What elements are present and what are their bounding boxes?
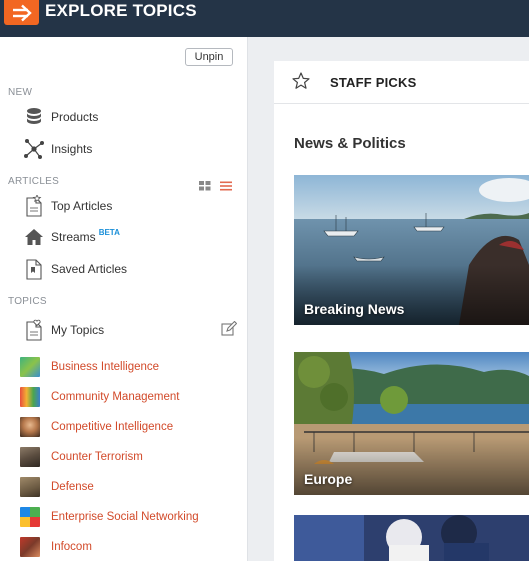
sidebar-item-saved-articles[interactable]: Saved Articles <box>22 256 127 282</box>
home-icon <box>22 225 46 249</box>
topic-label: Competitive Intelligence <box>51 421 174 433</box>
topic-item-community-management[interactable]: Community Management <box>20 386 179 408</box>
topic-label: Infocom <box>51 541 92 553</box>
topic-item-enterprise-social-networking[interactable]: Enterprise Social Networking <box>20 506 199 528</box>
document-heart-icon <box>22 318 46 342</box>
topic-label: Counter Terrorism <box>51 451 143 463</box>
topic-label: Business Intelligence <box>51 361 160 373</box>
topic-thumbnail <box>20 507 40 527</box>
view-toggle <box>199 178 232 196</box>
edit-icon[interactable] <box>221 320 238 342</box>
topic-thumbnail <box>20 537 40 557</box>
topic-item-counter-terrorism[interactable]: Counter Terrorism <box>20 446 143 468</box>
unpin-button[interactable]: Unpin <box>185 48 233 66</box>
beta-badge: BETA <box>98 227 120 237</box>
topic-thumbnail <box>20 417 40 437</box>
topic-card-breaking-news[interactable]: Breaking News <box>294 175 529 325</box>
topic-item-competitive-intelligence[interactable]: Competitive Intelligence <box>20 416 173 438</box>
topic-item-defense[interactable]: Defense <box>20 476 94 498</box>
sidebar-item-my-topics[interactable]: My Topics <box>22 317 104 343</box>
section-title: News & Politics <box>294 135 406 152</box>
database-icon <box>22 105 46 129</box>
arrow-right-logo-icon[interactable] <box>4 0 39 25</box>
main-panel: STAFF PICKS News & Politics Breaking New… <box>274 61 529 561</box>
topic-label: Enterprise Social Networking <box>51 511 199 523</box>
card-image <box>294 515 529 561</box>
sidebar-item-label: Products <box>51 110 99 124</box>
sidebar-item-label: Insights <box>51 142 93 156</box>
sidebar-item-top-articles[interactable]: Top Articles <box>22 193 112 219</box>
grid-view-icon[interactable] <box>199 178 211 196</box>
document-bookmark-icon <box>22 257 46 281</box>
card-label: Europe <box>304 471 353 487</box>
document-star-icon <box>22 194 46 218</box>
section-heading-topics: TOPICS <box>8 296 47 307</box>
card-label: Breaking News <box>304 301 405 317</box>
sidebar-item-products[interactable]: Products <box>22 104 98 130</box>
topic-thumbnail <box>20 357 40 377</box>
topic-label: Defense <box>51 481 94 493</box>
topic-thumbnail <box>20 387 40 407</box>
top-bar: EXPLORE TOPICS <box>0 0 529 37</box>
sidebar-item-label: Saved Articles <box>51 262 128 276</box>
topic-card-europe[interactable]: Europe <box>294 352 529 495</box>
staff-picks-bar: STAFF PICKS <box>274 61 529 104</box>
network-icon <box>22 137 46 161</box>
topic-card-sports[interactable] <box>294 515 529 561</box>
staff-picks-title: STAFF PICKS <box>330 75 417 90</box>
section-heading-new: NEW <box>8 87 33 98</box>
list-view-icon[interactable] <box>220 178 232 196</box>
sidebar: Unpin NEW Products Insights ARTICLES Top… <box>0 37 248 561</box>
star-icon[interactable] <box>292 72 310 95</box>
sidebar-item-insights[interactable]: Insights <box>22 136 92 162</box>
topic-label: Community Management <box>51 391 180 403</box>
topic-item-infocom[interactable]: Infocom <box>20 536 92 558</box>
sidebar-item-label: Streams <box>51 230 96 244</box>
sidebar-item-label: Top Articles <box>51 199 113 213</box>
section-heading-articles: ARTICLES <box>8 176 60 187</box>
topic-thumbnail <box>20 477 40 497</box>
topic-thumbnail <box>20 447 40 467</box>
sidebar-item-label: My Topics <box>51 323 105 337</box>
topic-item-business-intelligence[interactable]: Business Intelligence <box>20 356 159 378</box>
sidebar-item-streams[interactable]: Streams BETA <box>22 224 120 250</box>
page-title: EXPLORE TOPICS <box>45 1 197 20</box>
